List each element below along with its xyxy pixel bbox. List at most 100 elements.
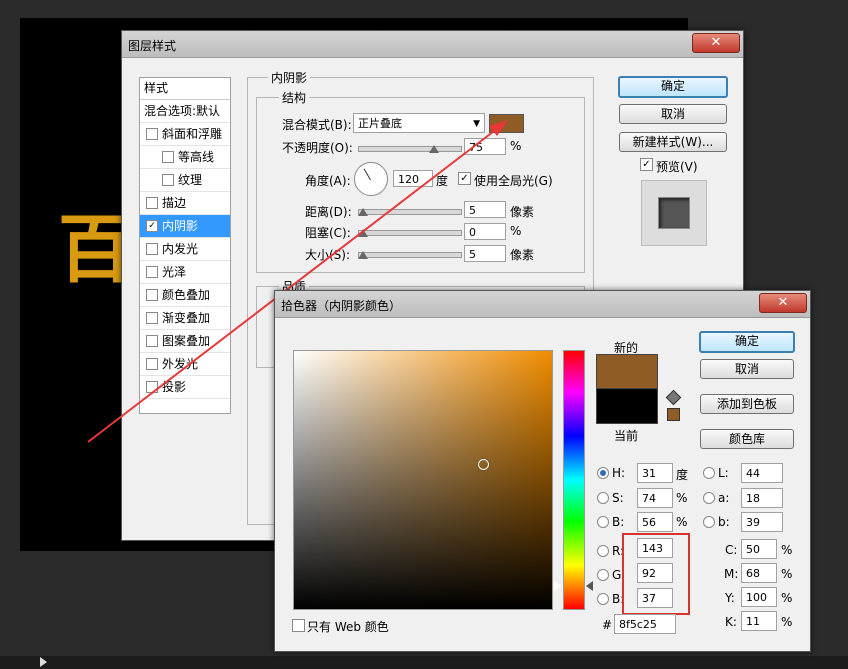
a-radio[interactable] [703,492,715,504]
web-safe-swatch[interactable] [667,408,680,421]
color-libraries-button[interactable]: 颜色库 [700,429,794,449]
choke-input[interactable]: 0 [464,223,506,240]
hex-input[interactable]: 8f5c25 [614,614,676,634]
c-label: C: [725,543,738,557]
hue-slider[interactable] [563,350,585,610]
current-color-label: 当前 [614,429,639,443]
y-input[interactable]: 100 [741,587,777,607]
distance-label: 距离(D): [305,205,352,219]
global-light-checkbox[interactable]: ✓ [458,172,471,185]
style-item-label: 纹理 [178,173,203,187]
h-input[interactable]: 31 [637,463,673,483]
style-item-2[interactable]: 纹理 [140,169,230,192]
b-input[interactable]: 56 [637,512,673,532]
opacity-input[interactable]: 75 [464,138,506,155]
lab-b-input[interactable]: 39 [741,512,783,532]
c-input[interactable]: 50 [741,539,777,559]
angle-dial[interactable] [354,162,388,196]
style-item-3[interactable]: 描边 [140,192,230,215]
g-radio[interactable] [597,569,609,581]
opacity-unit: % [510,139,522,153]
choke-unit: % [510,224,522,238]
m-label: M: [724,567,739,581]
style-item-7[interactable]: 颜色叠加 [140,284,230,307]
style-item-8[interactable]: 渐变叠加 [140,307,230,330]
web-only-checkbox[interactable] [292,619,305,632]
inner-shadow-title: 内阴影 [268,69,311,86]
style-item-6[interactable]: 光泽 [140,261,230,284]
hue-slider-right-arrow[interactable] [586,581,593,591]
new-style-button[interactable]: 新建样式(W)... [619,132,727,152]
distance-slider[interactable] [358,208,462,216]
style-item-checkbox[interactable] [146,288,158,301]
hue-slider-left-arrow[interactable] [554,581,561,591]
play-arrow-icon[interactable] [40,657,47,667]
color-field[interactable] [293,350,553,610]
style-item-10[interactable]: 外发光 [140,353,230,376]
style-item-5[interactable]: 内发光 [140,238,230,261]
style-item-label: 描边 [162,196,187,210]
style-item-checkbox[interactable] [146,357,158,370]
lab-b-radio[interactable] [703,516,715,528]
style-item-4[interactable]: ✓ 内阴影 [140,215,230,238]
style-item-checkbox[interactable] [146,242,158,255]
distance-slider-thumb[interactable] [358,208,368,216]
l-input[interactable]: 44 [741,463,783,483]
style-item-0[interactable]: 斜面和浮雕 [140,123,230,146]
opacity-label: 不透明度(O): [282,141,353,155]
close-button[interactable]: ✕ [692,33,740,53]
style-item-checkbox[interactable] [146,196,158,209]
style-item-checkbox[interactable] [146,311,158,324]
picker-cancel-button[interactable]: 取消 [700,359,794,379]
picker-close-button[interactable]: ✕ [759,293,807,313]
style-item-checkbox[interactable] [146,334,158,347]
preview-swatch [658,197,690,229]
style-item-checkbox[interactable] [146,265,158,278]
color-picker-titlebar[interactable]: 拾色器（内阴影颜色） ✕ [275,291,810,318]
add-to-swatches-button[interactable]: 添加到色板 [700,394,794,414]
style-item-label: 颜色叠加 [162,288,211,302]
opacity-slider[interactable] [358,145,462,153]
blue-radio[interactable] [597,593,609,605]
current-color-swatch[interactable] [596,388,658,424]
opacity-slider-thumb[interactable] [429,145,439,153]
a-input[interactable]: 18 [741,488,783,508]
style-item-checkbox[interactable] [146,380,158,393]
style-item-label: 内发光 [162,242,199,256]
l-radio[interactable] [703,467,715,479]
style-item-checkbox[interactable]: ✓ [146,219,158,232]
style-item-checkbox[interactable] [146,127,158,140]
preview-checkbox[interactable]: ✓ [640,158,653,171]
h-unit: 度 [676,468,689,482]
style-item-checkbox[interactable] [162,150,174,163]
s-input[interactable]: 74 [637,488,673,508]
size-input[interactable]: 5 [464,245,506,262]
color-field-cursor[interactable] [478,459,489,470]
angle-input[interactable]: 120 [393,170,433,187]
size-slider[interactable] [358,251,462,259]
layer-style-titlebar[interactable]: 图层样式 ✕ [122,31,743,58]
distance-input[interactable]: 5 [464,201,506,218]
choke-slider[interactable] [358,229,462,237]
style-item-11[interactable]: 投影 [140,376,230,399]
blend-color-swatch[interactable] [489,114,524,133]
blend-options-item[interactable]: 混合选项:默认 [140,100,230,123]
blend-mode-select[interactable]: 正片叠底 ▼ [353,113,485,133]
s-radio[interactable] [597,492,609,504]
m-input[interactable]: 68 [741,563,777,583]
style-item-checkbox[interactable] [162,173,174,186]
layer-style-ok-button[interactable]: 确定 [618,76,728,98]
size-slider-thumb[interactable] [358,251,368,259]
style-item-1[interactable]: 等高线 [140,146,230,169]
r-radio[interactable] [597,545,609,557]
blend-mode-label: 混合模式(B): [282,118,352,132]
k-input[interactable]: 11 [741,611,777,631]
s-unit: % [676,491,688,505]
b-radio[interactable] [597,516,609,528]
style-item-9[interactable]: 图案叠加 [140,330,230,353]
style-item-label: 渐变叠加 [162,311,211,325]
h-radio[interactable] [597,467,609,479]
choke-slider-thumb[interactable] [358,229,368,237]
picker-ok-button[interactable]: 确定 [699,331,795,353]
layer-style-cancel-button[interactable]: 取消 [619,104,727,124]
